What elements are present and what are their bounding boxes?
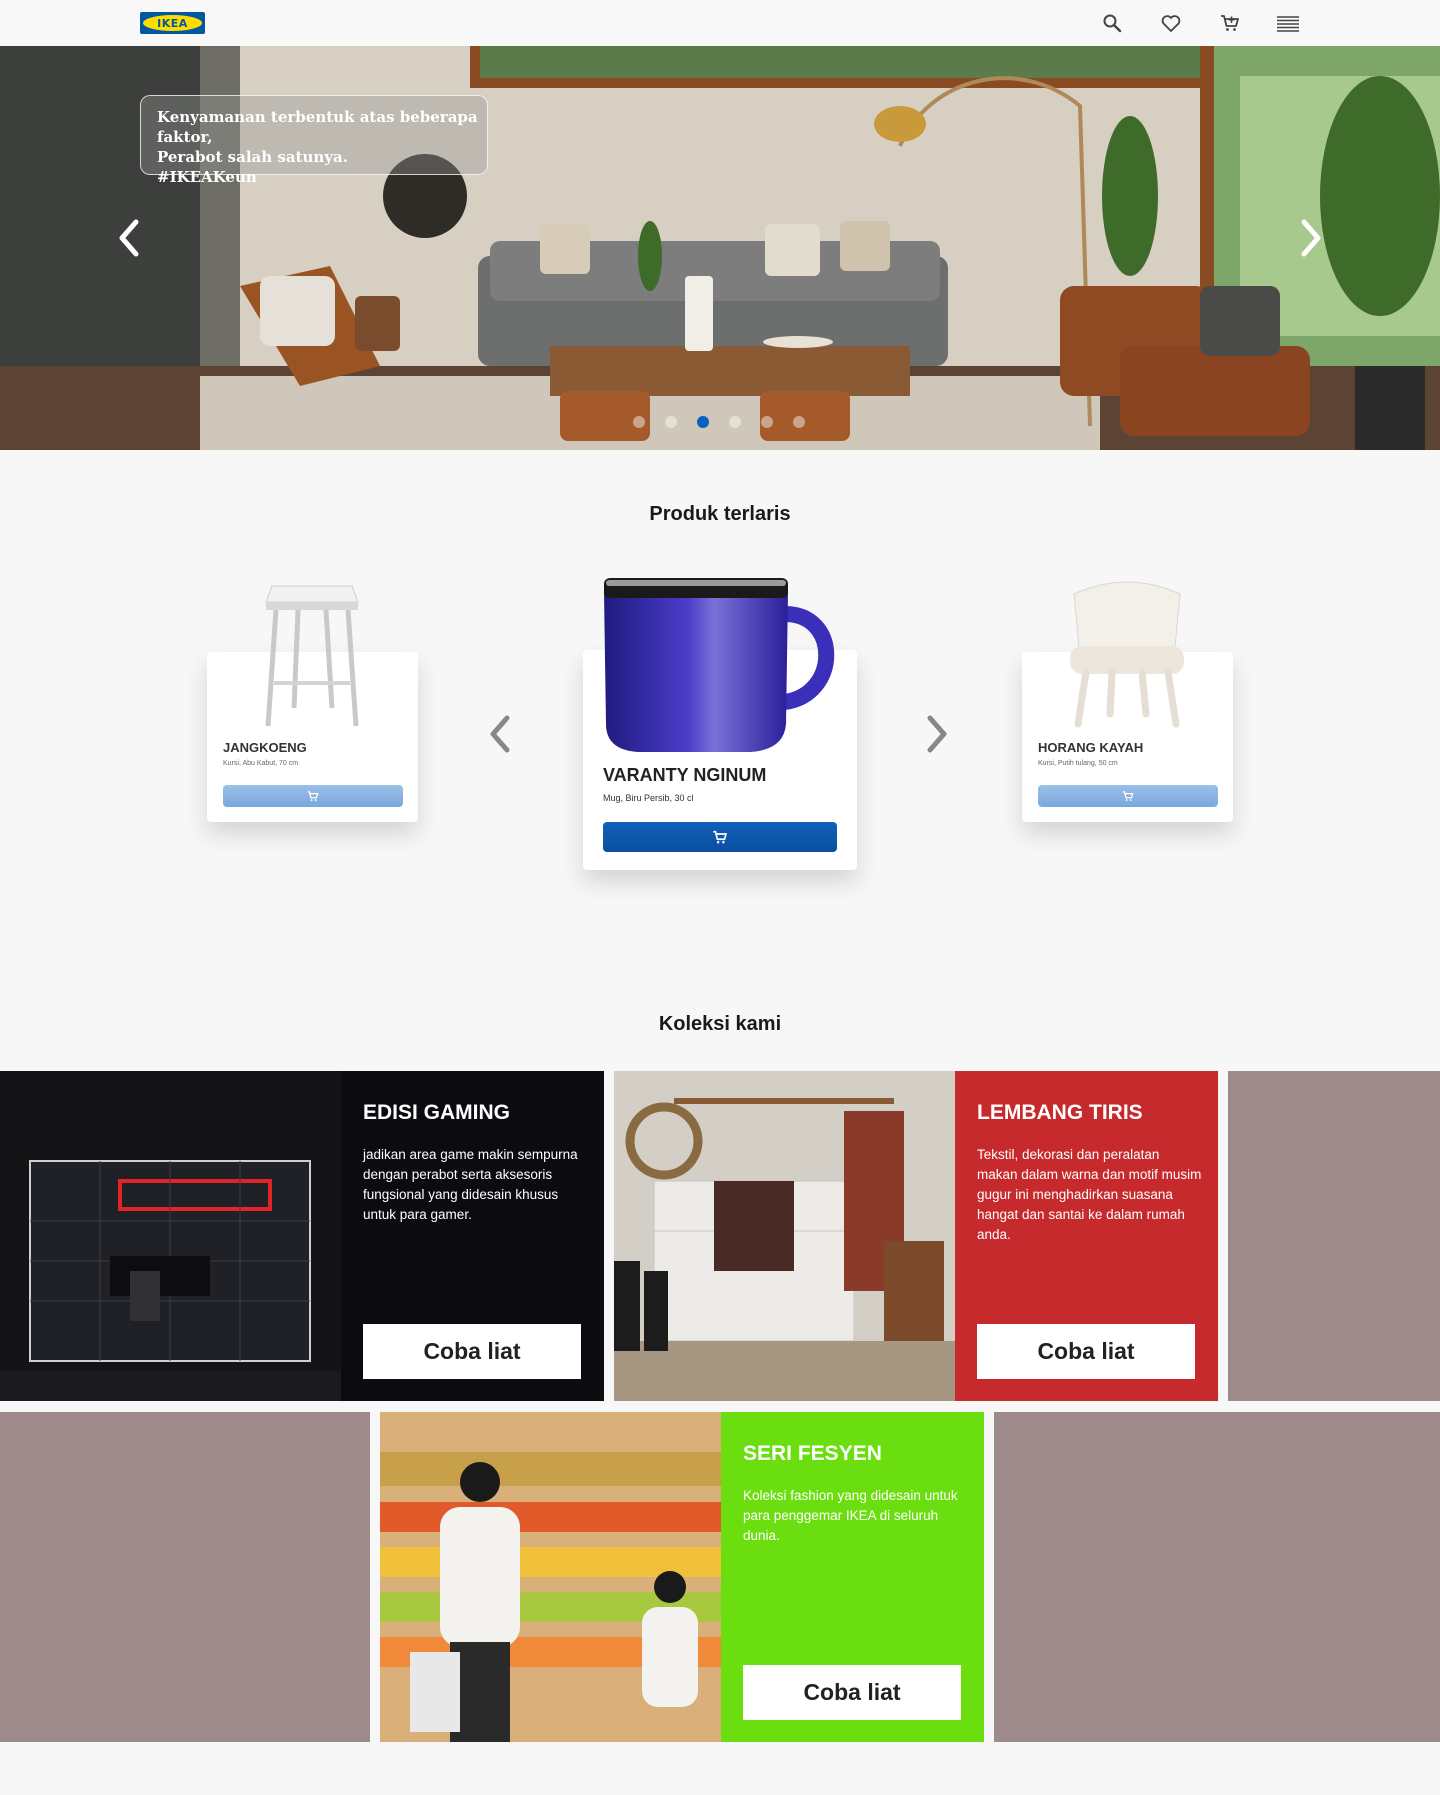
carousel-dot-2[interactable]	[665, 416, 677, 428]
add-to-cart-button[interactable]	[223, 785, 403, 807]
hero-caption: Kenyamanan terbentuk atas beberapa fakto…	[140, 95, 488, 186]
stool-image	[265, 585, 359, 727]
chevron-left-icon	[490, 715, 510, 753]
fashion-collection-image[interactable]	[380, 1412, 721, 1742]
gaming-collection-panel: EDISI GAMING jadikan area game makin sem…	[341, 1071, 604, 1401]
cart-icon	[307, 791, 319, 802]
logo-text: IKEA	[157, 16, 188, 30]
product-name: JANGKOENG	[223, 740, 307, 755]
chevron-right-icon	[927, 715, 947, 753]
gaming-collection-image[interactable]	[0, 1071, 341, 1401]
collections-title: Koleksi kami	[658, 1013, 782, 1035]
product-name: VARANTY NGINUM	[603, 765, 767, 785]
chevron-right-icon	[1301, 219, 1321, 257]
collection-title: LEMBANG TIRIS	[977, 1101, 1143, 1124]
collection-filler-block	[1228, 1071, 1440, 1401]
cart-icon[interactable]	[1218, 11, 1242, 35]
add-to-cart-button[interactable]	[603, 822, 837, 852]
carousel-dot-4[interactable]	[729, 416, 741, 428]
product-desc: Kursi, Putih tulang, 50 cm	[1038, 760, 1118, 767]
hero-caption-line-2: Perabot salah satunya.	[157, 148, 348, 166]
product-desc: Mug, Biru Persib, 30 cl	[603, 793, 694, 803]
autumn-hallway-image	[614, 1071, 955, 1401]
carousel-dot-6[interactable]	[793, 416, 805, 428]
mug-image	[604, 578, 835, 752]
add-to-cart-button[interactable]	[1038, 785, 1218, 807]
collection-filler-block	[994, 1412, 1440, 1742]
search-icon[interactable]	[1100, 11, 1124, 35]
gaming-room-image	[0, 1071, 341, 1401]
ikea-logo[interactable]: IKEA	[140, 12, 205, 34]
top-navbar: IKEA	[0, 0, 1440, 47]
collection-desc: Koleksi fashion yang didesain untuk para…	[743, 1488, 958, 1543]
menu-icon[interactable]	[1276, 11, 1300, 35]
products-next-button[interactable]	[922, 712, 952, 756]
bestsellers-title: Produk terlaris	[649, 503, 791, 525]
collection-title: EDISI GAMING	[363, 1101, 511, 1124]
product-name: HORANG KAYAH	[1038, 740, 1144, 755]
lembang-coba-liat-button[interactable]: Coba liat	[977, 1324, 1195, 1379]
armchair-image	[1070, 581, 1184, 728]
hero-caption-line-1: Kenyamanan terbentuk atas beberapa fakto…	[157, 108, 478, 146]
hero-carousel: Kenyamanan terbentuk atas beberapa fakto…	[0, 46, 1440, 450]
carousel-dot-1[interactable]	[633, 416, 645, 428]
collection-desc: Tekstil, dekorasi dan peralatan makan da…	[977, 1147, 1202, 1242]
hero-caption-line-3: #IKEAKeun	[157, 168, 257, 186]
carousel-dot-5[interactable]	[761, 416, 773, 428]
fashion-collection-panel: SERI FESYEN Koleksi fashion yang didesai…	[721, 1412, 984, 1742]
chevron-left-icon	[119, 219, 139, 257]
cart-icon	[713, 830, 728, 844]
carousel-dot-3[interactable]	[697, 416, 709, 428]
fashion-shopping-image	[380, 1412, 721, 1742]
logo-oval: IKEA	[143, 15, 202, 31]
lembang-collection-image[interactable]	[614, 1071, 955, 1401]
collection-filler-block	[0, 1412, 370, 1742]
heart-icon[interactable]	[1159, 11, 1183, 35]
hero-prev-button[interactable]	[112, 216, 146, 260]
gaming-coba-liat-button[interactable]: Coba liat	[363, 1324, 581, 1379]
collection-title: SERI FESYEN	[743, 1442, 882, 1465]
products-prev-button[interactable]	[485, 712, 515, 756]
lembang-collection-panel: LEMBANG TIRIS Tekstil, dekorasi dan pera…	[955, 1071, 1218, 1401]
collection-desc: jadikan area game makin sempurna dengan …	[363, 1147, 578, 1222]
carousel-dots	[633, 416, 805, 430]
hero-next-button[interactable]	[1294, 216, 1328, 260]
fashion-coba-liat-button[interactable]: Coba liat	[743, 1665, 961, 1720]
cart-icon	[1122, 791, 1134, 802]
product-desc: Kursi, Abu Kabut, 70 cm	[223, 760, 299, 767]
